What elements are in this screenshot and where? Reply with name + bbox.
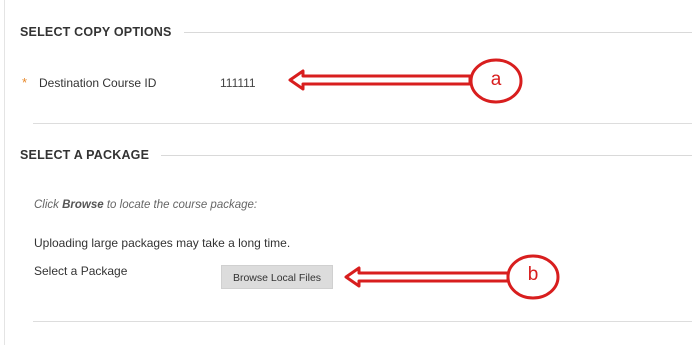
annotation-overlay xyxy=(288,58,560,300)
arrow-b-icon xyxy=(344,266,510,288)
callout-label-a: a xyxy=(490,69,502,90)
callout-label-b: b xyxy=(527,264,539,285)
arrow-a-icon xyxy=(288,69,472,91)
